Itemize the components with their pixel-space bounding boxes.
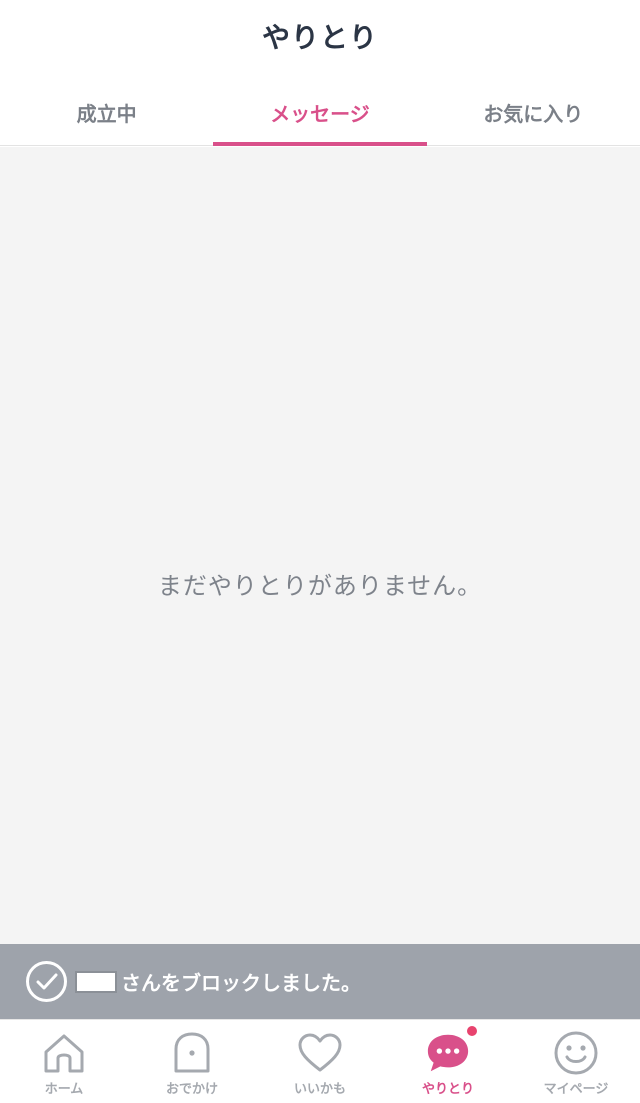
ghost-icon (169, 1030, 215, 1076)
chat-bubble-icon (425, 1024, 479, 1076)
tab-messages[interactable]: メッセージ (213, 80, 427, 146)
tab-favorites[interactable]: お気に入り (427, 80, 640, 145)
home-icon (41, 1030, 87, 1076)
notification-dot (465, 1024, 479, 1038)
empty-state-text: まだやりとりがありません。 (157, 571, 483, 600)
heart-icon (297, 1030, 343, 1076)
smiley-face-icon (553, 1030, 599, 1076)
tabbar-label: マイページ (543, 1082, 609, 1097)
tab-matched[interactable]: 成立中 (0, 80, 213, 145)
tabbar-label: おでかけ (165, 1082, 218, 1097)
tabbar-label: いいかも (293, 1082, 346, 1097)
tabbar-label: やりとり (421, 1082, 474, 1097)
tab-bar-top: 成立中 メッセージ お気に入り (0, 80, 640, 146)
tabbar-label: ホーム (44, 1082, 84, 1097)
check-circle-icon (26, 961, 67, 1002)
message-list-empty: まだやりとりがありません。 (0, 147, 640, 944)
tabbar-home[interactable]: ホーム (0, 1020, 128, 1103)
block-toast: さんをブロックしました。 (0, 944, 640, 1019)
tabbar-outing[interactable]: おでかけ (128, 1020, 256, 1103)
tabbar-like[interactable]: いいかも (256, 1020, 384, 1103)
page-title: やりとり (261, 21, 378, 54)
redacted-username (75, 970, 117, 993)
toast-message: さんをブロックしました。 (121, 971, 361, 995)
tabbar-mypage[interactable]: マイページ (512, 1020, 640, 1103)
bottom-tab-bar: ホーム おでかけ いいかも やりとり マイページ (0, 1019, 640, 1103)
header: やりとり (0, 0, 640, 72)
app-root: やりとり 成立中 メッセージ お気に入り まだやりとりがありません。 さんをブロ… (0, 0, 640, 1103)
tabbar-chat[interactable]: やりとり (384, 1020, 512, 1103)
